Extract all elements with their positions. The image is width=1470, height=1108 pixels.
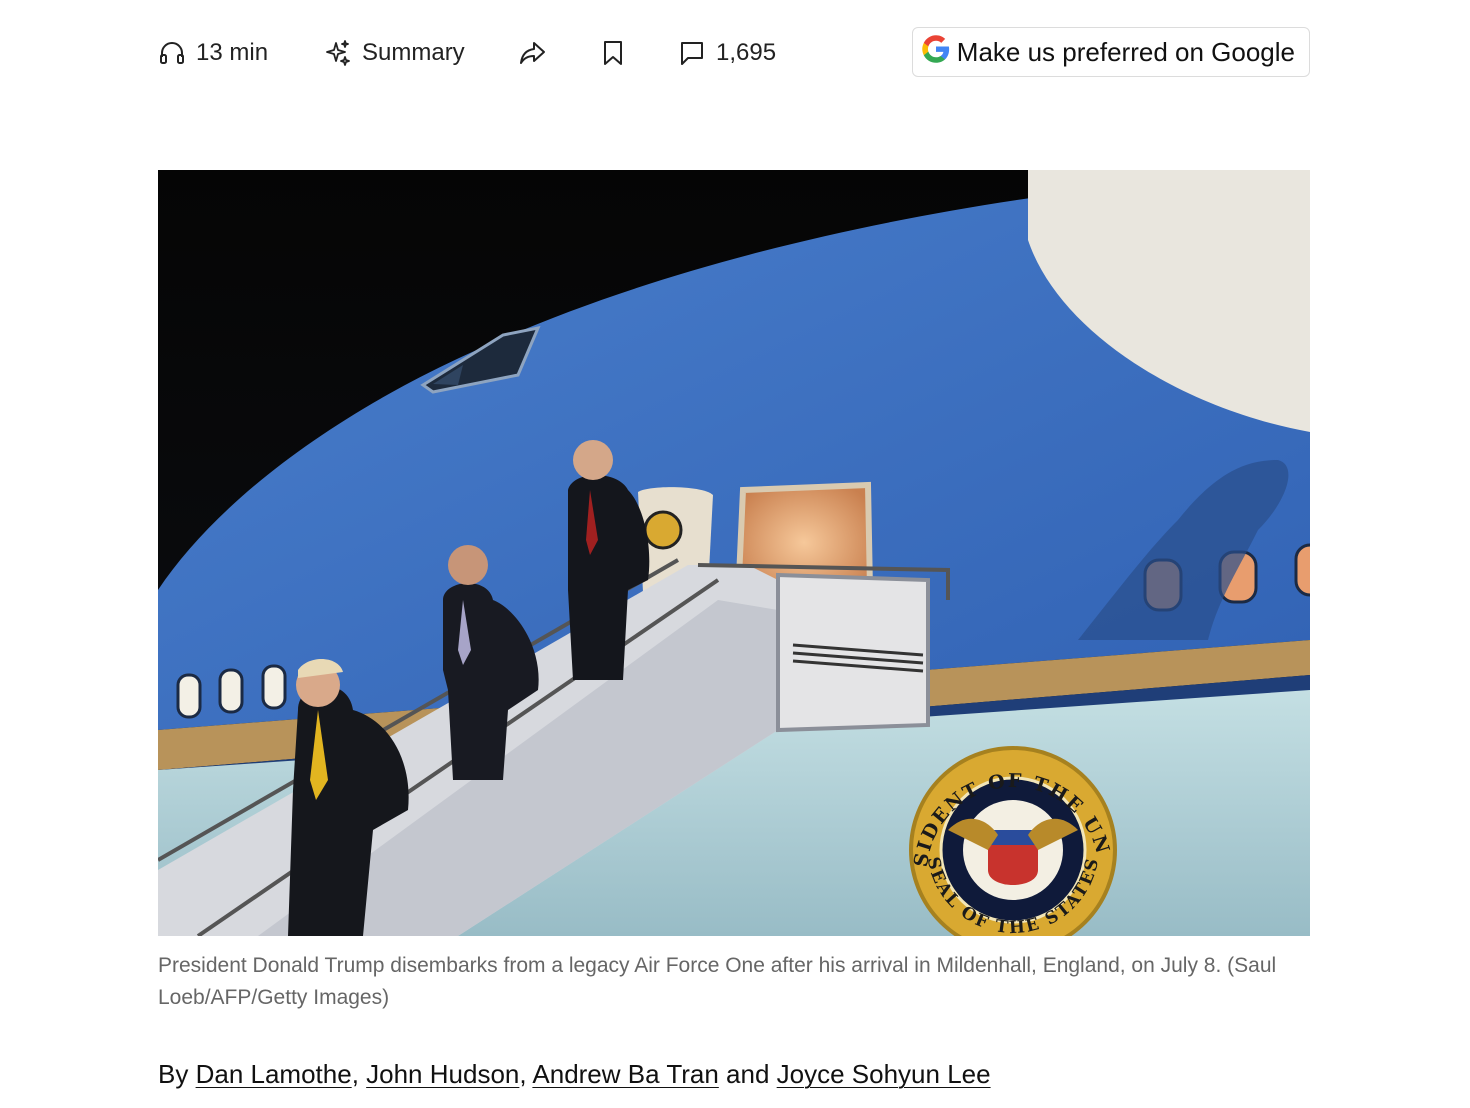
lead-photo: PRESIDENT OF THE UNITED SEAL OF THE STAT… xyxy=(158,170,1310,936)
author-link[interactable]: John Hudson xyxy=(366,1059,519,1089)
google-logo-icon xyxy=(921,34,951,71)
photo-caption: President Donald Trump disembarks from a… xyxy=(158,954,1277,1009)
byline-separator: , xyxy=(519,1059,533,1089)
share-button[interactable] xyxy=(518,26,548,80)
author-link[interactable]: Joyce Sohyun Lee xyxy=(777,1059,991,1089)
sparkle-icon xyxy=(324,39,352,67)
bookmark-button[interactable] xyxy=(600,26,626,80)
summary-label: Summary xyxy=(362,39,465,66)
comment-icon xyxy=(678,39,706,67)
author-link[interactable]: Dan Lamothe xyxy=(196,1059,352,1089)
listen-button[interactable]: 13 min xyxy=(158,26,268,80)
bookmark-icon xyxy=(600,39,626,67)
google-preferred-label: Make us preferred on Google xyxy=(956,36,1295,67)
headphones-icon xyxy=(158,39,186,67)
comments-button[interactable]: 1,695 xyxy=(678,26,776,80)
byline-prefix: By xyxy=(158,1059,196,1089)
listen-duration: 13 min xyxy=(196,39,269,66)
summary-button[interactable]: Summary xyxy=(324,26,465,80)
byline: By Dan Lamothe, John Hudson, Andrew Ba T… xyxy=(158,1056,1310,1092)
article-toolbar: 13 min Summary 1,695 Make us preferred o… xyxy=(158,26,1310,80)
air-force-one-photo: PRESIDENT OF THE UNITED SEAL OF THE STAT… xyxy=(158,170,1310,936)
comments-count: 1,695 xyxy=(716,39,777,66)
author-link[interactable]: Andrew Ba Tran xyxy=(532,1059,718,1089)
google-preferred-button[interactable]: Make us preferred on Google xyxy=(911,27,1310,77)
byline-separator: , xyxy=(351,1059,367,1089)
share-icon xyxy=(518,39,548,67)
byline-separator: and xyxy=(718,1059,777,1089)
